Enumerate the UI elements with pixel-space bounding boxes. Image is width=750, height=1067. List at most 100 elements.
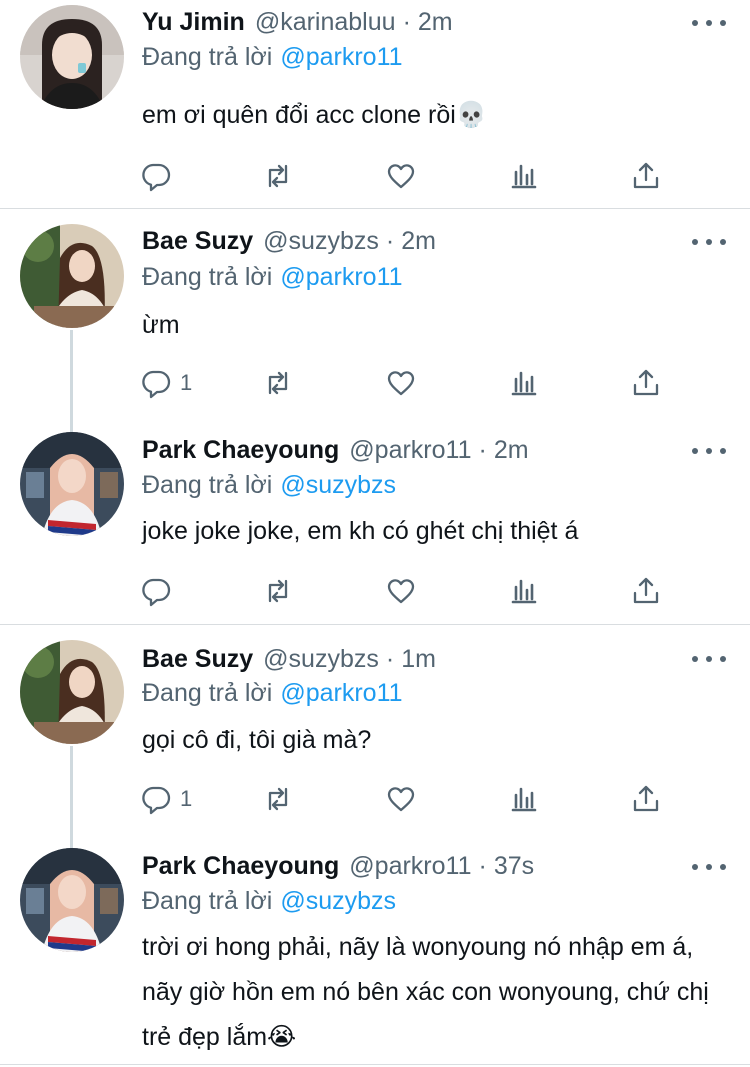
display-name[interactable]: Park Chaeyoung — [142, 436, 339, 465]
more-icon[interactable] — [692, 441, 726, 461]
more-icon[interactable] — [692, 857, 726, 877]
reply-icon — [142, 370, 171, 399]
retweet-icon — [268, 164, 288, 188]
stats-icon — [511, 371, 537, 396]
display-name[interactable]: Bae Suzy — [142, 227, 253, 256]
reply-count: 1 — [180, 370, 193, 395]
stats-icon — [511, 164, 537, 189]
separator-dot: · — [478, 435, 487, 464]
replying-to: Đang trả lời @parkro11 — [142, 260, 403, 294]
tweet-feed: Yu Jimin @karinabluu · 2m Đang trả lời @… — [0, 0, 750, 1067]
avatar[interactable] — [20, 848, 124, 952]
mention-link[interactable]: @parkro11 — [280, 43, 402, 72]
retweet-icon — [268, 787, 288, 811]
tweet-actions — [140, 573, 680, 609]
avatar-image — [20, 224, 124, 328]
tweet[interactable]: Bae Suzy @suzybzs · 2m Đang trả lời @par… — [0, 209, 750, 417]
user-handle[interactable]: @karinabluu — [255, 8, 396, 37]
share-button[interactable] — [630, 365, 662, 401]
replying-to-label: Đang trả lời — [142, 678, 273, 707]
user-handle[interactable]: @suzybzs — [263, 227, 379, 256]
replying-to-label: Đang trả lời — [142, 470, 273, 499]
tweet-divider — [0, 1064, 750, 1065]
retweet-button[interactable] — [262, 573, 294, 609]
avatar-image — [20, 640, 124, 744]
user-handle[interactable]: @parkro11 — [349, 436, 471, 465]
replying-to: Đang trả lời @suzybzs — [142, 884, 396, 918]
share-icon — [633, 785, 659, 812]
user-handle[interactable]: @parkro11 — [349, 852, 471, 881]
stats-button[interactable] — [508, 781, 540, 817]
avatar[interactable] — [20, 224, 124, 328]
retweet-button[interactable] — [262, 365, 294, 401]
timestamp[interactable]: 37s — [494, 852, 534, 881]
tweet-text: em ơi quên đổi acc clone rồi💀 — [142, 101, 487, 129]
timestamp[interactable]: 2m — [418, 8, 453, 37]
replying-to-label: Đang trả lời — [142, 42, 273, 71]
timestamp[interactable]: 1m — [401, 645, 436, 674]
mention-link[interactable]: @suzybzs — [280, 887, 396, 916]
stats-button[interactable] — [508, 573, 540, 609]
tweet-actions: 1 — [140, 781, 680, 817]
reply-count: 1 — [180, 786, 193, 811]
share-button[interactable] — [630, 158, 662, 194]
tweet-text: trời ơi hong phải, nãy là wonyoung nó nh… — [142, 933, 709, 1051]
separator-dot: · — [385, 644, 395, 673]
share-button[interactable] — [630, 781, 662, 817]
like-button[interactable] — [385, 781, 417, 817]
tweet-text: gọi cô đi, tôi già mà? — [142, 726, 372, 754]
stats-icon — [511, 579, 537, 604]
replying-to-label: Đang trả lời — [142, 262, 273, 291]
like-button[interactable] — [385, 158, 417, 194]
avatar[interactable] — [20, 432, 124, 536]
share-icon — [633, 369, 659, 396]
mention-link[interactable]: @parkro11 — [280, 679, 402, 708]
share-button[interactable] — [630, 573, 662, 609]
stats-button[interactable] — [508, 365, 540, 401]
stats-button[interactable] — [508, 158, 540, 194]
tweet[interactable]: Park Chaeyoung @parkro11 · 37s Đang trả … — [0, 833, 750, 1067]
tweet-text: joke joke joke, em kh có ghét chị thiệt … — [142, 517, 579, 545]
retweet-icon — [268, 371, 288, 395]
more-icon[interactable] — [692, 649, 726, 669]
separator-dot: · — [385, 226, 395, 255]
tweet-header: Bae Suzy @suzybzs · 2m — [142, 223, 436, 259]
tweet-actions — [140, 158, 680, 194]
mention-link[interactable]: @parkro11 — [280, 263, 402, 292]
replying-to: Đang trả lời @suzybzs — [142, 468, 396, 502]
tweet-header: Yu Jimin @karinabluu · 2m — [142, 4, 453, 40]
reply-button[interactable] — [140, 573, 180, 609]
like-button[interactable] — [385, 365, 417, 401]
avatar[interactable] — [20, 5, 124, 109]
tweet[interactable]: Yu Jimin @karinabluu · 2m Đang trả lời @… — [0, 0, 750, 208]
timestamp[interactable]: 2m — [401, 227, 436, 256]
retweet-button[interactable] — [262, 158, 294, 194]
stats-icon — [511, 787, 537, 812]
separator-dot: · — [478, 851, 487, 880]
reply-icon — [142, 578, 171, 607]
display-name[interactable]: Park Chaeyoung — [142, 852, 339, 881]
avatar[interactable] — [20, 640, 124, 744]
separator-dot: · — [402, 7, 411, 36]
tweet-header: Park Chaeyoung @parkro11 · 37s — [142, 848, 534, 884]
replying-to-label: Đang trả lời — [142, 886, 273, 915]
reply-button[interactable] — [140, 158, 180, 194]
reply-button[interactable]: 1 — [140, 781, 192, 817]
display-name[interactable]: Yu Jimin — [142, 8, 245, 37]
tweet[interactable]: Park Chaeyoung @parkro11 · 2m Đang trả l… — [0, 417, 750, 625]
tweet[interactable]: Bae Suzy @suzybzs · 1m Đang trả lời @par… — [0, 625, 750, 833]
user-handle[interactable]: @suzybzs — [263, 645, 379, 674]
reply-button[interactable]: 1 — [140, 365, 192, 401]
display-name[interactable]: Bae Suzy — [142, 645, 253, 674]
reply-icon — [142, 163, 171, 192]
mention-link[interactable]: @suzybzs — [280, 471, 396, 500]
more-icon[interactable] — [692, 232, 726, 252]
tweet-actions: 1 — [140, 365, 680, 401]
share-icon — [633, 577, 659, 604]
retweet-icon — [268, 579, 288, 603]
timestamp[interactable]: 2m — [494, 436, 529, 465]
retweet-button[interactable] — [262, 781, 294, 817]
more-icon[interactable] — [692, 13, 726, 33]
avatar-image — [20, 848, 124, 952]
like-button[interactable] — [385, 573, 417, 609]
